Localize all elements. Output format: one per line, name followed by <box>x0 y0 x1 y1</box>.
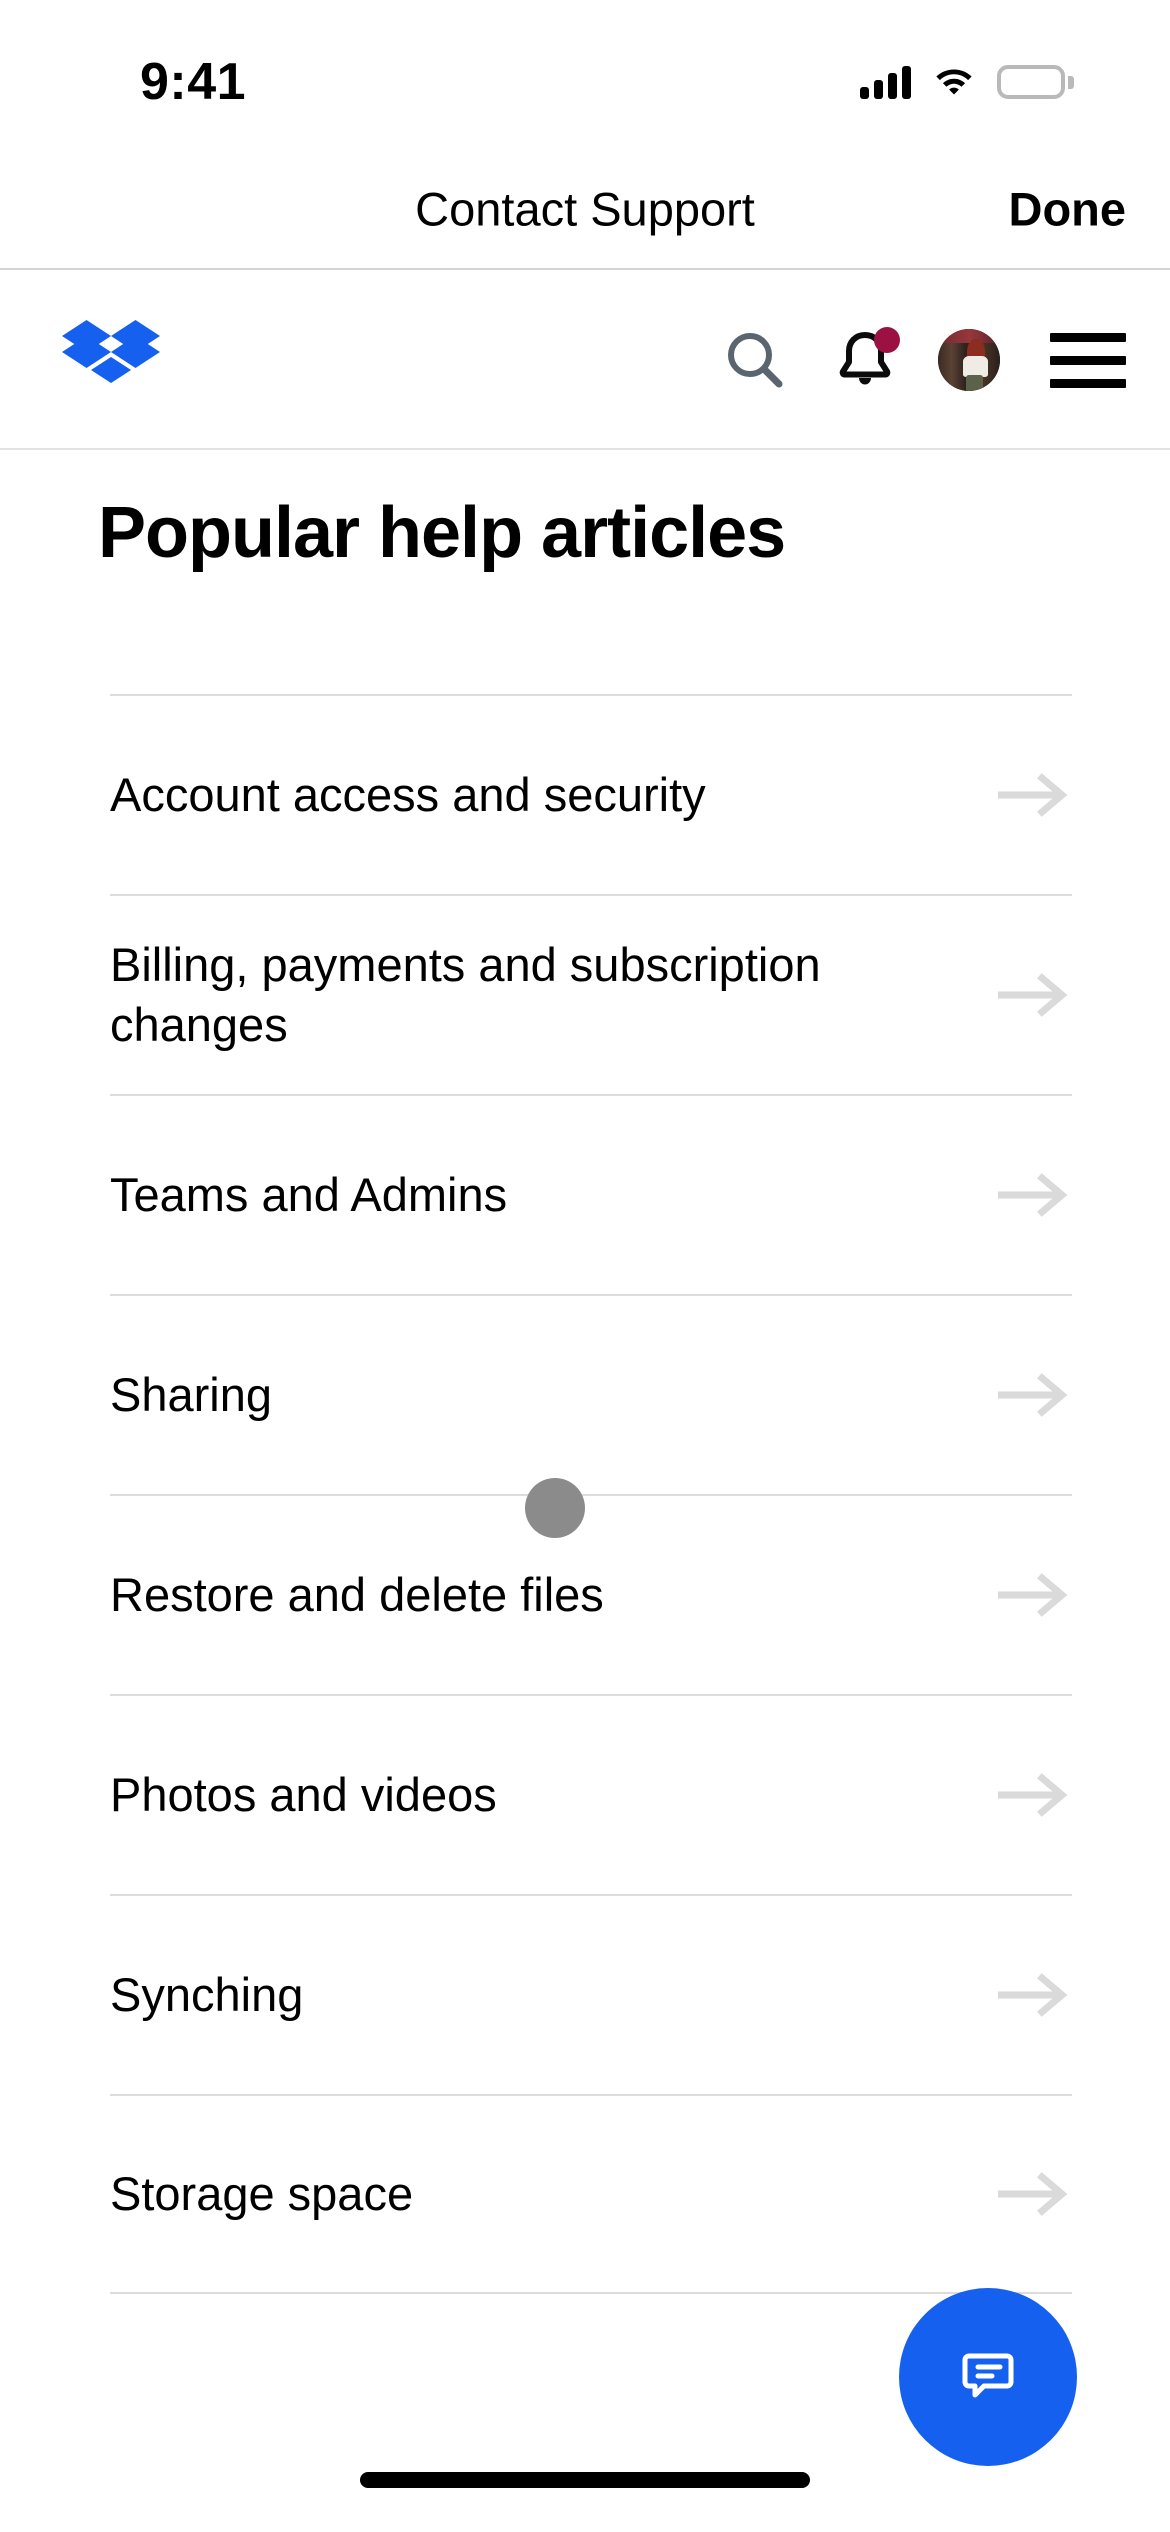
list-item[interactable]: Restore and delete files <box>110 1494 1072 1694</box>
arrow-right-icon <box>998 1973 1068 2017</box>
search-icon[interactable] <box>716 321 794 399</box>
arrow-right-icon <box>998 1173 1068 1217</box>
list-item-label: Billing, payments and subscription chang… <box>110 937 821 1051</box>
page-title: Popular help articles <box>98 493 786 573</box>
arrow-right-icon <box>998 1573 1068 1617</box>
dropbox-logo[interactable] <box>62 318 160 402</box>
list-item-label: Sharing <box>110 1367 272 1421</box>
main-content: Popular help articles Account access and… <box>0 450 1170 2410</box>
contact-support-chat-button[interactable] <box>899 2288 1077 2466</box>
chat-bubble-icon <box>957 2344 1019 2411</box>
list-item-label: Synching <box>110 1967 304 2021</box>
arrow-right-icon <box>998 773 1068 817</box>
list-item-label: Restore and delete files <box>110 1567 604 1621</box>
site-header <box>0 272 1170 450</box>
modal-navigation-bar: Contact Support Done <box>0 150 1170 270</box>
arrow-right-icon <box>998 1373 1068 1417</box>
list-item[interactable]: Account access and security <box>110 694 1072 894</box>
battery-full-icon <box>997 65 1074 99</box>
arrow-right-icon <box>998 973 1068 1017</box>
help-articles-list: Account access and security Billing, paym… <box>110 694 1072 2294</box>
list-item-label: Account access and security <box>110 767 706 821</box>
list-item-label: Storage space <box>110 2166 414 2220</box>
list-item[interactable]: Synching <box>110 1894 1072 2094</box>
list-item-label: Photos and videos <box>110 1767 497 1821</box>
list-item[interactable]: Teams and Admins <box>110 1094 1072 1294</box>
notifications-bell-icon[interactable] <box>826 321 904 399</box>
status-bar-icons <box>860 64 1074 101</box>
cellular-signal-icon <box>860 65 911 99</box>
arrow-right-icon <box>998 1773 1068 1817</box>
list-item[interactable]: Billing, payments and subscription chang… <box>110 894 1072 1094</box>
avatar[interactable] <box>938 329 1000 391</box>
list-item[interactable]: Sharing <box>110 1294 1072 1494</box>
list-item[interactable]: Storage space <box>110 2094 1072 2294</box>
status-bar: 9:41 <box>0 0 1170 150</box>
hamburger-menu-icon[interactable] <box>1050 321 1128 399</box>
notification-badge-dot <box>874 327 900 353</box>
list-item[interactable]: Photos and videos <box>110 1694 1072 1894</box>
header-actions <box>716 321 1128 399</box>
phone-screen: 9:41 Contact Support Done Popular help a… <box>0 0 1170 2532</box>
modal-title: Contact Support <box>415 182 755 236</box>
list-item-label: Teams and Admins <box>110 1167 508 1221</box>
wifi-icon <box>933 64 975 101</box>
home-indicator[interactable] <box>360 2472 810 2488</box>
touch-point-indicator <box>525 1478 585 1538</box>
done-button[interactable]: Done <box>1009 182 1127 237</box>
status-bar-time: 9:41 <box>140 53 247 111</box>
arrow-right-icon <box>998 2172 1068 2216</box>
